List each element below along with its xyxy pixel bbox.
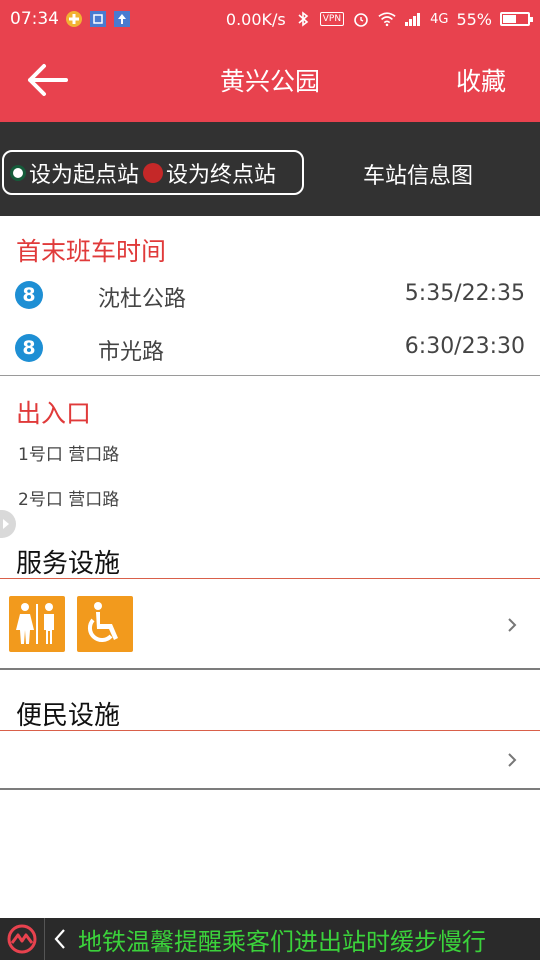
announcement-text: 地铁温馨提醒乘客们进出站时缓步慢行 [78, 927, 486, 956]
bluetooth-icon [294, 10, 312, 28]
chevron-left-icon [54, 929, 65, 949]
notification-app-icon [65, 10, 83, 28]
signal-icon [404, 10, 422, 28]
battery-icon [500, 12, 533, 26]
schedule-title: 首末班车时间 [16, 237, 167, 266]
schedule-direction: 市光路 [98, 340, 165, 365]
set-end-button[interactable]: 设为终点站 [139, 157, 276, 189]
set-end-label: 设为终点站 [166, 162, 277, 188]
wheelchair-icon [77, 596, 133, 652]
battery-fill [503, 15, 517, 23]
schedule-direction: 沈杜公路 [98, 287, 187, 312]
metro-logo-icon [0, 918, 44, 960]
exit-item: 2号口 营口路 [18, 490, 120, 510]
divider [0, 578, 540, 579]
divider [0, 788, 540, 790]
network-type: 4G [430, 11, 449, 27]
services-title: 服务设施 [16, 549, 121, 579]
schedule-times: 6:30/23:30 [404, 334, 525, 359]
vpn-badge: VPN [319, 12, 345, 26]
battery-percent: 55% [456, 9, 492, 29]
station-toolbar: 设为起点站 设为终点站 车站信息图 [0, 122, 540, 216]
status-bar: 07:34 0.00K/s VPN 4G 55% [0, 0, 540, 38]
line-8-badge: 8 [15, 334, 43, 362]
screenshot-notification-icon [89, 10, 107, 28]
divider [0, 668, 540, 670]
announcement-bar: 地铁温馨提醒乘客们进出站时缓步慢行 [0, 918, 540, 960]
favorite-button[interactable]: 收藏 [456, 62, 506, 98]
restroom-icon [9, 596, 65, 652]
schedule-times: 5:35/22:35 [404, 281, 525, 306]
line-8-badge: 8 [15, 281, 43, 309]
set-start-label: 设为起点站 [29, 162, 140, 188]
set-start-button[interactable]: 设为起点站 [10, 157, 139, 189]
app-header: 黄兴公园 收藏 [0, 38, 540, 122]
endpoint-selector: 设为起点站 设为终点站 [2, 150, 304, 195]
divider [0, 375, 540, 376]
marquee-prev-button[interactable] [44, 918, 74, 960]
exit-item: 1号口 营口路 [18, 445, 120, 465]
divider [0, 730, 540, 731]
wifi-icon [378, 10, 396, 28]
exits-title: 出入口 [16, 399, 92, 428]
start-dot-icon [10, 164, 26, 181]
conveniences-title: 便民设施 [16, 701, 121, 731]
station-map-button[interactable]: 车站信息图 [363, 158, 473, 190]
end-dot-icon [143, 162, 164, 183]
status-time: 07:34 [10, 9, 59, 29]
alarm-icon [352, 10, 370, 28]
net-speed: 0.00K/s [225, 9, 286, 29]
services-chevron-icon[interactable] [506, 616, 518, 634]
conveniences-chevron-icon[interactable] [506, 751, 518, 769]
upload-notification-icon [113, 10, 131, 28]
side-drawer-handle[interactable] [0, 510, 16, 538]
